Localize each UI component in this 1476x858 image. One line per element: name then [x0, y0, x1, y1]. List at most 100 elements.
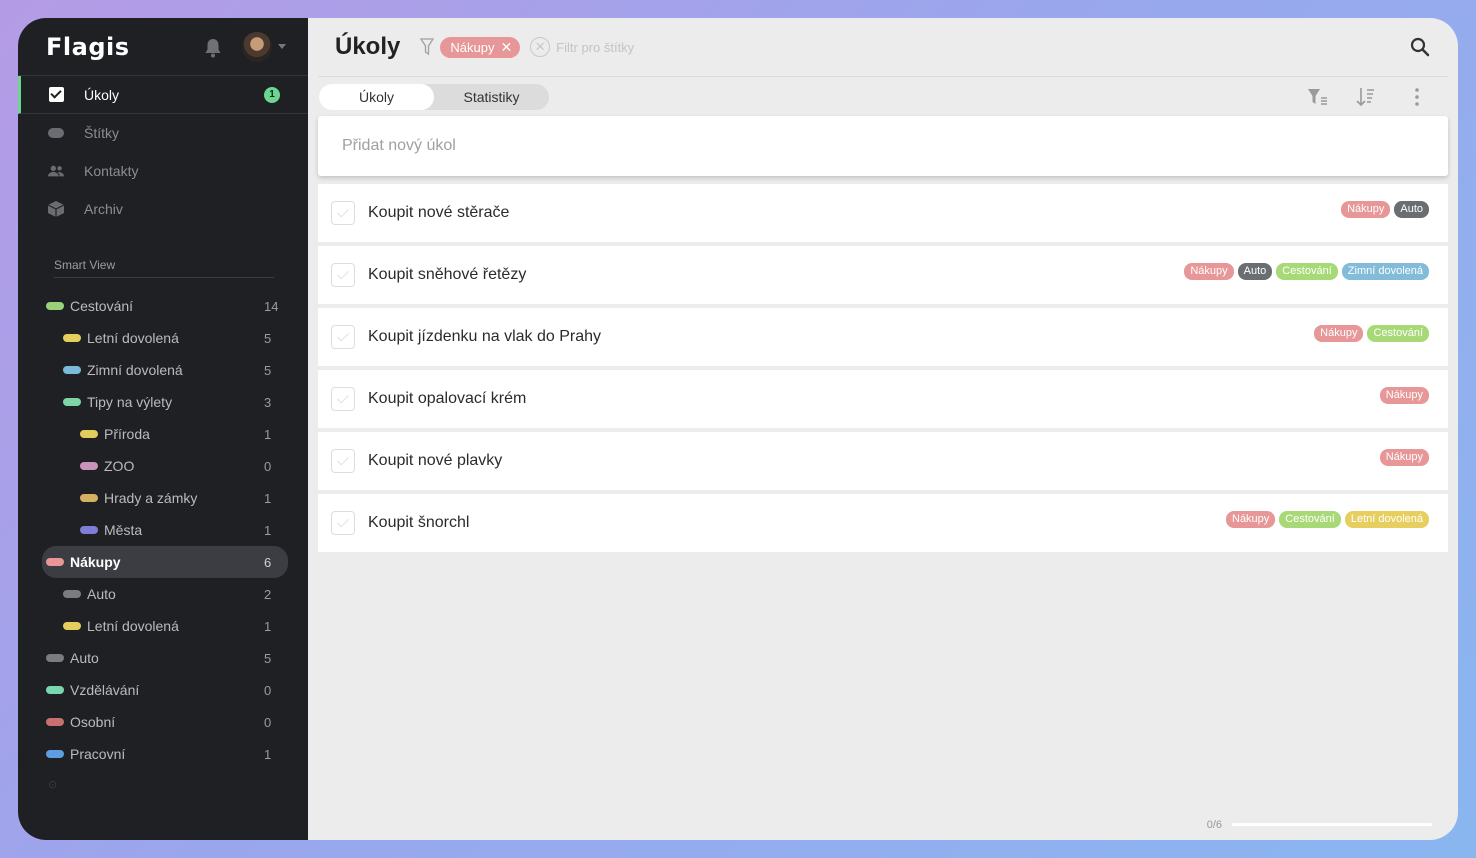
task-row[interactable]: Koupit jízdenku na vlak do Prahy Nákupy Ce…	[318, 308, 1448, 366]
tag-tree-item[interactable]: Osobní 0	[18, 706, 308, 738]
bell-icon[interactable]	[204, 38, 222, 58]
task-row[interactable]: Koupit šnorchl Nákupy Cestování Letní dovol…	[318, 494, 1448, 552]
tag-icon	[48, 125, 64, 141]
tag-filter-input[interactable]: ✕ Filtr pro štítky	[530, 37, 634, 57]
tag-tree-count: 1	[264, 522, 272, 538]
sidebar-item-stitky[interactable]: Štítky	[18, 114, 308, 152]
tag-tree-item[interactable]: Letní dovolená 5	[18, 322, 308, 354]
clear-circle-icon[interactable]: ✕	[530, 37, 551, 57]
tag-tree-item[interactable]: Cestování 14	[18, 290, 308, 322]
tag-tree-count: 0	[264, 714, 272, 730]
tag-chip[interactable]: Nákupy	[1226, 511, 1276, 528]
tag-tree-count: 6	[264, 554, 272, 570]
sidebar-item-label: Úkoly	[84, 86, 120, 103]
task-checkbox[interactable]	[331, 325, 355, 349]
task-checkbox[interactable]	[331, 511, 355, 535]
tag-tree-count: 1	[264, 618, 272, 634]
sidebar: Flagis Úkoly 1 Štítky Kontakty Archiv Sm…	[18, 18, 308, 840]
tag-tree-count: 3	[264, 394, 272, 410]
tag-chip[interactable]: Nákupy	[1379, 449, 1429, 466]
tag-tree-label: Nákupy	[70, 554, 121, 570]
task-row[interactable]: Koupit nové plavky Nákupy	[318, 432, 1448, 490]
tag-color-icon	[46, 558, 64, 566]
tag-color-icon	[63, 622, 81, 630]
tag-chip[interactable]: Nákupy	[1341, 201, 1391, 218]
tag-color-icon	[80, 526, 98, 534]
active-filter-chip[interactable]: Nákupy ✕	[440, 36, 521, 58]
task-row[interactable]: Koupit opalovací krém Nákupy	[318, 370, 1448, 428]
tag-color-icon	[80, 462, 98, 470]
task-title: Koupit nové plavky	[368, 452, 503, 469]
task-tags: Nákupy	[1379, 449, 1429, 466]
tag-tree-label: Vzdělávání	[70, 682, 140, 698]
tag-tree-count: 5	[264, 330, 272, 346]
task-checkbox[interactable]	[331, 263, 355, 287]
avatar[interactable]	[242, 32, 272, 62]
task-checkbox[interactable]	[331, 449, 355, 473]
sidebar-item-archiv[interactable]: Archiv	[18, 190, 308, 228]
archive-box-icon	[48, 201, 64, 217]
tag-chip[interactable]: Auto	[1394, 201, 1429, 218]
task-checkbox[interactable]	[331, 201, 355, 225]
close-icon[interactable]: ✕	[500, 40, 512, 54]
tag-color-icon	[46, 302, 64, 310]
tag-tree-item[interactable]: Nákupy 6	[42, 546, 288, 578]
add-task-input[interactable]: Přidat nový úkol	[318, 116, 1448, 176]
tag-tree-item[interactable]: Zimní dovolená 5	[18, 354, 308, 386]
tag-color-icon	[46, 686, 64, 694]
smart-view-heading: Smart View	[54, 258, 274, 278]
chevron-down-icon[interactable]	[278, 44, 286, 49]
filter-icon[interactable]	[420, 38, 435, 56]
tag-tree-item[interactable]: Hrady a zámky 1	[18, 482, 308, 514]
tag-tree-item[interactable]: Města 1	[18, 514, 308, 546]
task-row[interactable]: Koupit nové stěrače Nákupy Auto	[318, 184, 1448, 242]
tag-chip[interactable]: Nákupy	[1379, 387, 1429, 404]
tag-tree-label: Osobní	[70, 714, 116, 730]
task-tags: Nákupy	[1379, 387, 1429, 404]
tag-tree-item[interactable]: ZOO 0	[18, 450, 308, 482]
tag-chip[interactable]: Cestování	[1276, 263, 1338, 280]
tag-chip[interactable]: Nákupy	[1184, 263, 1234, 280]
page-title: Úkoly	[335, 33, 401, 60]
tag-tree-item[interactable]: Auto 2	[18, 578, 308, 610]
tag-color-icon	[46, 718, 64, 726]
tab-statistiky[interactable]: Statistiky	[434, 84, 549, 110]
tag-color-icon	[46, 750, 64, 758]
task-count-badge: 1	[264, 86, 280, 103]
sidebar-item-label: Archiv	[84, 201, 123, 217]
tag-chip[interactable]: Nákupy	[1314, 325, 1364, 342]
tag-tree-item[interactable]: Tipy na výlety 3	[18, 386, 308, 418]
tag-chip[interactable]: Zimní dovolená	[1341, 263, 1429, 280]
task-list: Koupit nové stěrače Nákupy Auto Koupit sněh…	[318, 184, 1448, 552]
more-vertical-icon[interactable]	[1406, 86, 1428, 108]
tag-tree-item[interactable]: Vzdělávání 0	[18, 674, 308, 706]
sidebar-item-kontakty[interactable]: Kontakty	[18, 152, 308, 190]
tag-tree-label: Letní dovolená	[87, 330, 179, 346]
task-checkbox[interactable]	[331, 387, 355, 411]
tag-filter-placeholder: Filtr pro štítky	[556, 39, 635, 55]
tag-tree-count: 0	[264, 682, 272, 698]
tag-chip[interactable]: Auto	[1237, 263, 1273, 280]
task-row[interactable]: Koupit sněhové řetězy Nákupy Auto Cestování…	[318, 246, 1448, 304]
tag-chip[interactable]: Cestování	[1279, 511, 1341, 528]
filter-list-icon[interactable]	[1306, 86, 1328, 108]
tag-tree-label: Příroda	[104, 426, 150, 442]
tab-ukoly[interactable]: Úkoly	[319, 83, 434, 110]
people-icon	[48, 163, 64, 179]
task-title: Koupit opalovací krém	[368, 390, 527, 407]
app-logo[interactable]: Flagis	[46, 33, 130, 61]
tag-tree-label: Hrady a zámky	[104, 490, 198, 506]
sort-icon[interactable]	[1354, 86, 1376, 108]
tag-tree-label: ZOO	[104, 458, 135, 474]
tag-tree-count: 5	[264, 650, 272, 666]
tag-tree-item[interactable]: Pracovní 1	[18, 738, 308, 770]
tag-tree-item[interactable]: Auto 5	[18, 642, 308, 674]
tag-tree-label: Cestování	[70, 298, 134, 314]
tag-tree-item[interactable]: Letní dovolená 1	[18, 610, 308, 642]
tag-tree-count: 14	[264, 298, 279, 314]
tag-chip[interactable]: Cestování	[1367, 325, 1429, 342]
tag-tree-item[interactable]: Příroda 1	[18, 418, 308, 450]
search-icon[interactable]	[1410, 37, 1430, 57]
tag-chip[interactable]: Letní dovolená	[1344, 511, 1429, 528]
sidebar-item-ukoly[interactable]: Úkoly 1	[18, 76, 308, 114]
